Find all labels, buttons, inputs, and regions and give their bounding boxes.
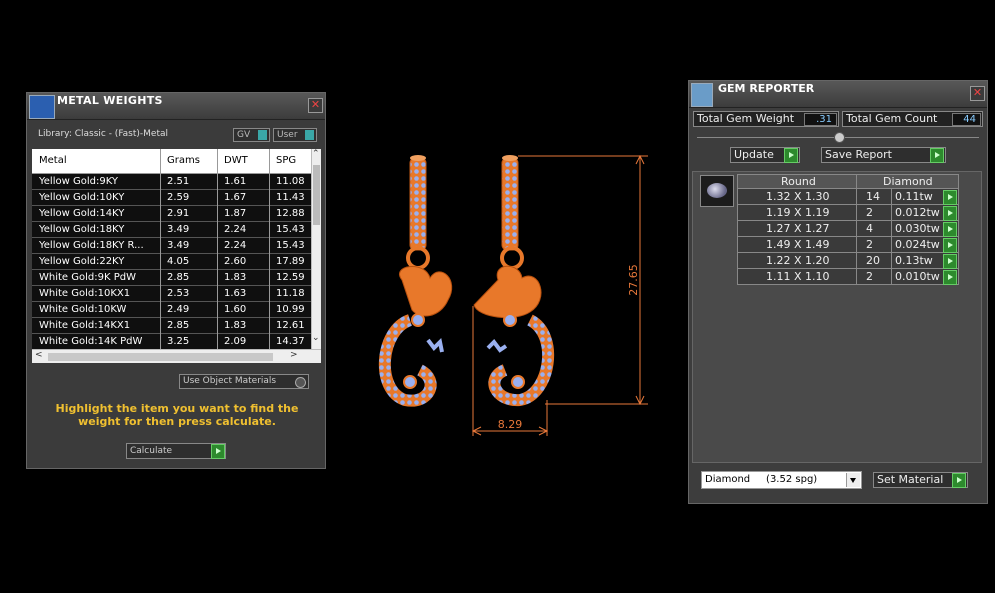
column-divider: [856, 205, 857, 220]
gem-count-cell: 2: [866, 238, 873, 251]
gem-size-cell: 1.11 X 1.10: [766, 270, 830, 283]
width-dimension-label: 8.29: [498, 418, 523, 431]
height-dimension-label: 27.65: [627, 264, 640, 296]
total-gem-count-label: Total Gem Count: [846, 112, 938, 125]
gem-row-go-icon[interactable]: [943, 238, 957, 253]
gem-table: Round Diamond 1.32 X 1.30 14 0.11tw 1.19 X …: [737, 174, 959, 285]
column-divider: [891, 253, 892, 268]
close-icon[interactable]: ✕: [970, 86, 985, 101]
material-select-value: Diamond (3.52 spg): [705, 474, 818, 485]
gem-row-go-icon[interactable]: [943, 206, 957, 221]
column-divider: [856, 189, 857, 204]
update-label: Update: [734, 148, 774, 161]
chevron-down-icon[interactable]: [846, 473, 860, 487]
total-gem-count-field: Total Gem Count 44: [842, 111, 983, 127]
save-report-label: Save Report: [825, 148, 892, 161]
gem-table-rows: 1.32 X 1.30 14 0.11tw 1.19 X 1.19 2 0.012tw 1.…: [737, 189, 959, 285]
column-divider: [891, 221, 892, 236]
gem-weight-cell: 0.11tw: [895, 190, 933, 203]
save-report-go-icon[interactable]: [930, 148, 944, 163]
gem-reporter-title: GEM REPORTER: [718, 82, 815, 95]
gem-reporter-panel: GEM REPORTER ✕ Total Gem Weight .31 Tota…: [688, 80, 988, 504]
gem-count-cell: 20: [866, 254, 880, 267]
total-gem-weight-field: Total Gem Weight .31: [693, 111, 839, 127]
column-divider: [891, 205, 892, 220]
column-divider: [856, 253, 857, 268]
gem-weight-cell: 0.13tw: [895, 254, 933, 267]
column-divider: [856, 237, 857, 252]
gem-weight-cell: 0.010tw: [895, 270, 940, 283]
gem-size-cell: 1.19 X 1.19: [766, 206, 830, 219]
gem-row[interactable]: 1.32 X 1.30 14 0.11tw: [737, 189, 959, 205]
gem-row[interactable]: 1.49 X 1.49 2 0.024tw: [737, 237, 959, 253]
gem-row[interactable]: 1.11 X 1.10 2 0.010tw: [737, 269, 959, 285]
gem-size-cell: 1.27 X 1.27: [766, 222, 830, 235]
total-gem-weight-label: Total Gem Weight: [697, 112, 795, 125]
gem-table-header: Round Diamond: [737, 174, 959, 189]
column-divider: [891, 237, 892, 252]
column-divider: [856, 269, 857, 284]
column-divider: [891, 189, 892, 204]
gem-size-cell: 1.49 X 1.49: [766, 238, 830, 251]
material-select[interactable]: Diamond (3.52 spg): [701, 471, 862, 489]
gem-list-area: Round Diamond 1.32 X 1.30 14 0.11tw 1.19 X …: [692, 171, 982, 463]
gem-row-go-icon[interactable]: [943, 270, 957, 285]
gem-weight-cell: 0.024tw: [895, 238, 940, 251]
column-divider: [891, 269, 892, 284]
total-gem-count-value: 44: [952, 113, 981, 126]
gem-size-cell: 1.32 X 1.30: [766, 190, 830, 203]
set-material-button[interactable]: Set Material: [873, 472, 968, 488]
gem-reporter-titlebar[interactable]: GEM REPORTER ✕: [689, 81, 987, 108]
save-report-button[interactable]: Save Report: [821, 147, 946, 163]
column-divider: [856, 221, 857, 236]
gem-row[interactable]: 1.27 X 1.27 4 0.030tw: [737, 221, 959, 237]
column-header-diamond: Diamond: [883, 175, 933, 188]
gem-row-go-icon[interactable]: [943, 254, 957, 269]
gem-row[interactable]: 1.19 X 1.19 2 0.012tw: [737, 205, 959, 221]
column-header-round: Round: [781, 175, 816, 188]
set-material-go-icon[interactable]: [952, 473, 966, 488]
gem-weight-cell: 0.012tw: [895, 206, 940, 219]
gem-size-cell: 1.22 X 1.20: [766, 254, 830, 267]
update-button[interactable]: Update: [730, 147, 800, 163]
total-gem-weight-value: .31: [804, 113, 837, 126]
round-gem-icon[interactable]: [700, 175, 734, 207]
gem-count-cell: 4: [866, 222, 873, 235]
gem-reporter-logo-icon: [691, 83, 713, 107]
gem-count-cell: 2: [866, 206, 873, 219]
gem-count-cell: 2: [866, 270, 873, 283]
gem-row[interactable]: 1.22 X 1.20 20 0.13tw: [737, 253, 959, 269]
gem-row-go-icon[interactable]: [943, 222, 957, 237]
column-divider: [856, 175, 857, 188]
earring-side-view[interactable]: [473, 155, 555, 407]
divider-handle[interactable]: [834, 132, 845, 143]
update-go-icon[interactable]: [784, 148, 798, 163]
earring-front-view[interactable]: [379, 155, 453, 407]
gem-weight-cell: 0.030tw: [895, 222, 940, 235]
gem-row-go-icon[interactable]: [943, 190, 957, 205]
gem-count-cell: 14: [866, 190, 880, 203]
gem-shape-icon: [707, 183, 727, 198]
set-material-label: Set Material: [877, 473, 944, 486]
